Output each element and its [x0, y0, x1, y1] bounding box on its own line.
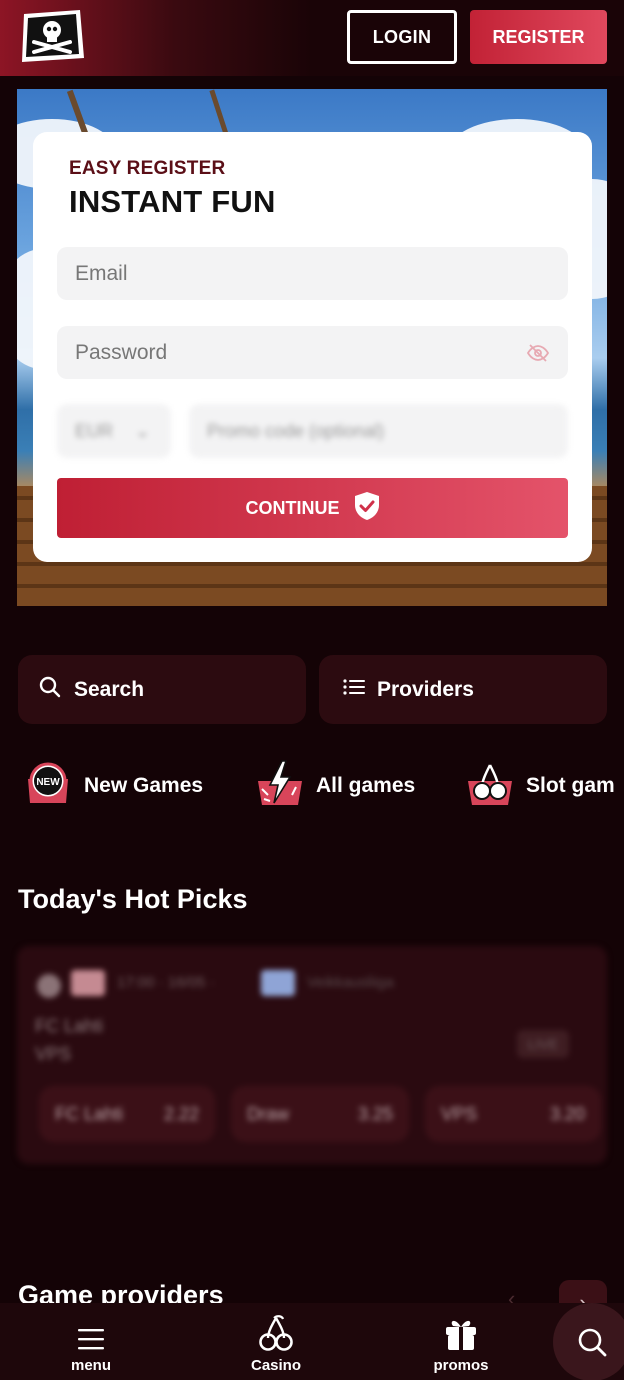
nav-label: promos [433, 1357, 489, 1374]
shield-check-icon [354, 491, 380, 526]
new-badge-icon: NEW [24, 759, 72, 813]
email-placeholder: Email [75, 261, 128, 285]
league-name: Veikkausliiga [307, 974, 394, 991]
league-flag [261, 970, 295, 996]
nav-casino[interactable]: Casino [240, 1303, 312, 1380]
category-label: New Games [84, 774, 204, 797]
category-strip: NEW New Games All games Slot gam [0, 756, 624, 816]
category-all-games[interactable]: All games [256, 756, 415, 816]
nav-label: Casino [250, 1357, 301, 1374]
nav-promos[interactable]: promos [425, 1303, 497, 1380]
live-badge: LIVE [517, 1030, 569, 1058]
lightning-icon [256, 759, 304, 813]
odds-value: 3.25 [357, 1103, 393, 1124]
nav-menu[interactable]: menu [56, 1303, 126, 1380]
eye-off-icon[interactable] [526, 341, 550, 365]
team-flag-home [71, 970, 105, 996]
providers-button[interactable]: Providers [319, 655, 607, 724]
odds-name: VPS [441, 1103, 478, 1124]
search-icon [38, 675, 74, 705]
nav-label: menu [70, 1357, 111, 1374]
email-field[interactable]: Email [57, 247, 568, 300]
team-home: FC Lahti [35, 1016, 104, 1036]
register-card: EASY REGISTER INSTANT FUN Email Password… [33, 132, 592, 562]
currency-value: EUR [75, 420, 114, 441]
continue-button[interactable]: CONTINUE [57, 478, 568, 538]
login-button[interactable]: LOGIN [347, 10, 457, 64]
pirate-flag-logo[interactable] [18, 8, 86, 64]
card-title: INSTANT FUN [69, 184, 276, 219]
search-button[interactable]: Search [18, 655, 306, 724]
continue-label: CONTINUE [245, 497, 340, 518]
category-new-games[interactable]: NEW New Games [24, 756, 203, 816]
new-badge-text: NEW [36, 777, 60, 788]
team-away: VPS [35, 1044, 72, 1064]
gift-icon [446, 1320, 476, 1350]
card-eyebrow: EASY REGISTER [69, 158, 226, 179]
currency-select[interactable]: EUR ⌄ [57, 404, 171, 458]
cherries-icon [466, 759, 514, 813]
cherries-icon [259, 1315, 293, 1351]
promo-placeholder: Promo code (optional) [207, 420, 385, 441]
odds-value: 3.20 [549, 1103, 585, 1124]
top-header: LOGIN REGISTER [0, 0, 624, 76]
category-label: All games [316, 774, 416, 797]
sport-icon [37, 974, 61, 998]
hot-picks-title: Today's Hot Picks [18, 884, 248, 914]
search-label: Search [74, 677, 145, 701]
odds-button[interactable]: Draw 3.25 [231, 1086, 409, 1142]
password-field[interactable]: Password [57, 326, 568, 379]
category-label: Slot gam [526, 774, 615, 797]
hot-pick-card[interactable]: 17:00 · 16/05 · Veikkausliiga FC Lahti V… [17, 946, 607, 1164]
odds-button[interactable]: VPS 3.20 [425, 1086, 601, 1142]
providers-label: Providers [377, 677, 474, 701]
category-slot-games[interactable]: Slot gam [466, 756, 615, 816]
match-meta: 17:00 · 16/05 · [117, 974, 215, 991]
odds-value: 2.22 [163, 1103, 199, 1124]
odds-button[interactable]: FC Lahti 2.22 [39, 1086, 215, 1142]
bottom-nav: menu Casino promos [0, 1303, 624, 1380]
odds-name: Draw [247, 1103, 290, 1124]
search-icon [578, 1328, 607, 1357]
chevron-down-icon: ⌄ [135, 420, 151, 441]
register-button[interactable]: REGISTER [470, 10, 607, 64]
floating-search-button[interactable] [553, 1303, 624, 1380]
list-icon [343, 678, 377, 702]
hamburger-icon [78, 1329, 104, 1350]
promo-code-field[interactable]: Promo code (optional) [189, 404, 568, 458]
password-placeholder: Password [75, 340, 168, 364]
odds-name: FC Lahti [55, 1103, 124, 1124]
